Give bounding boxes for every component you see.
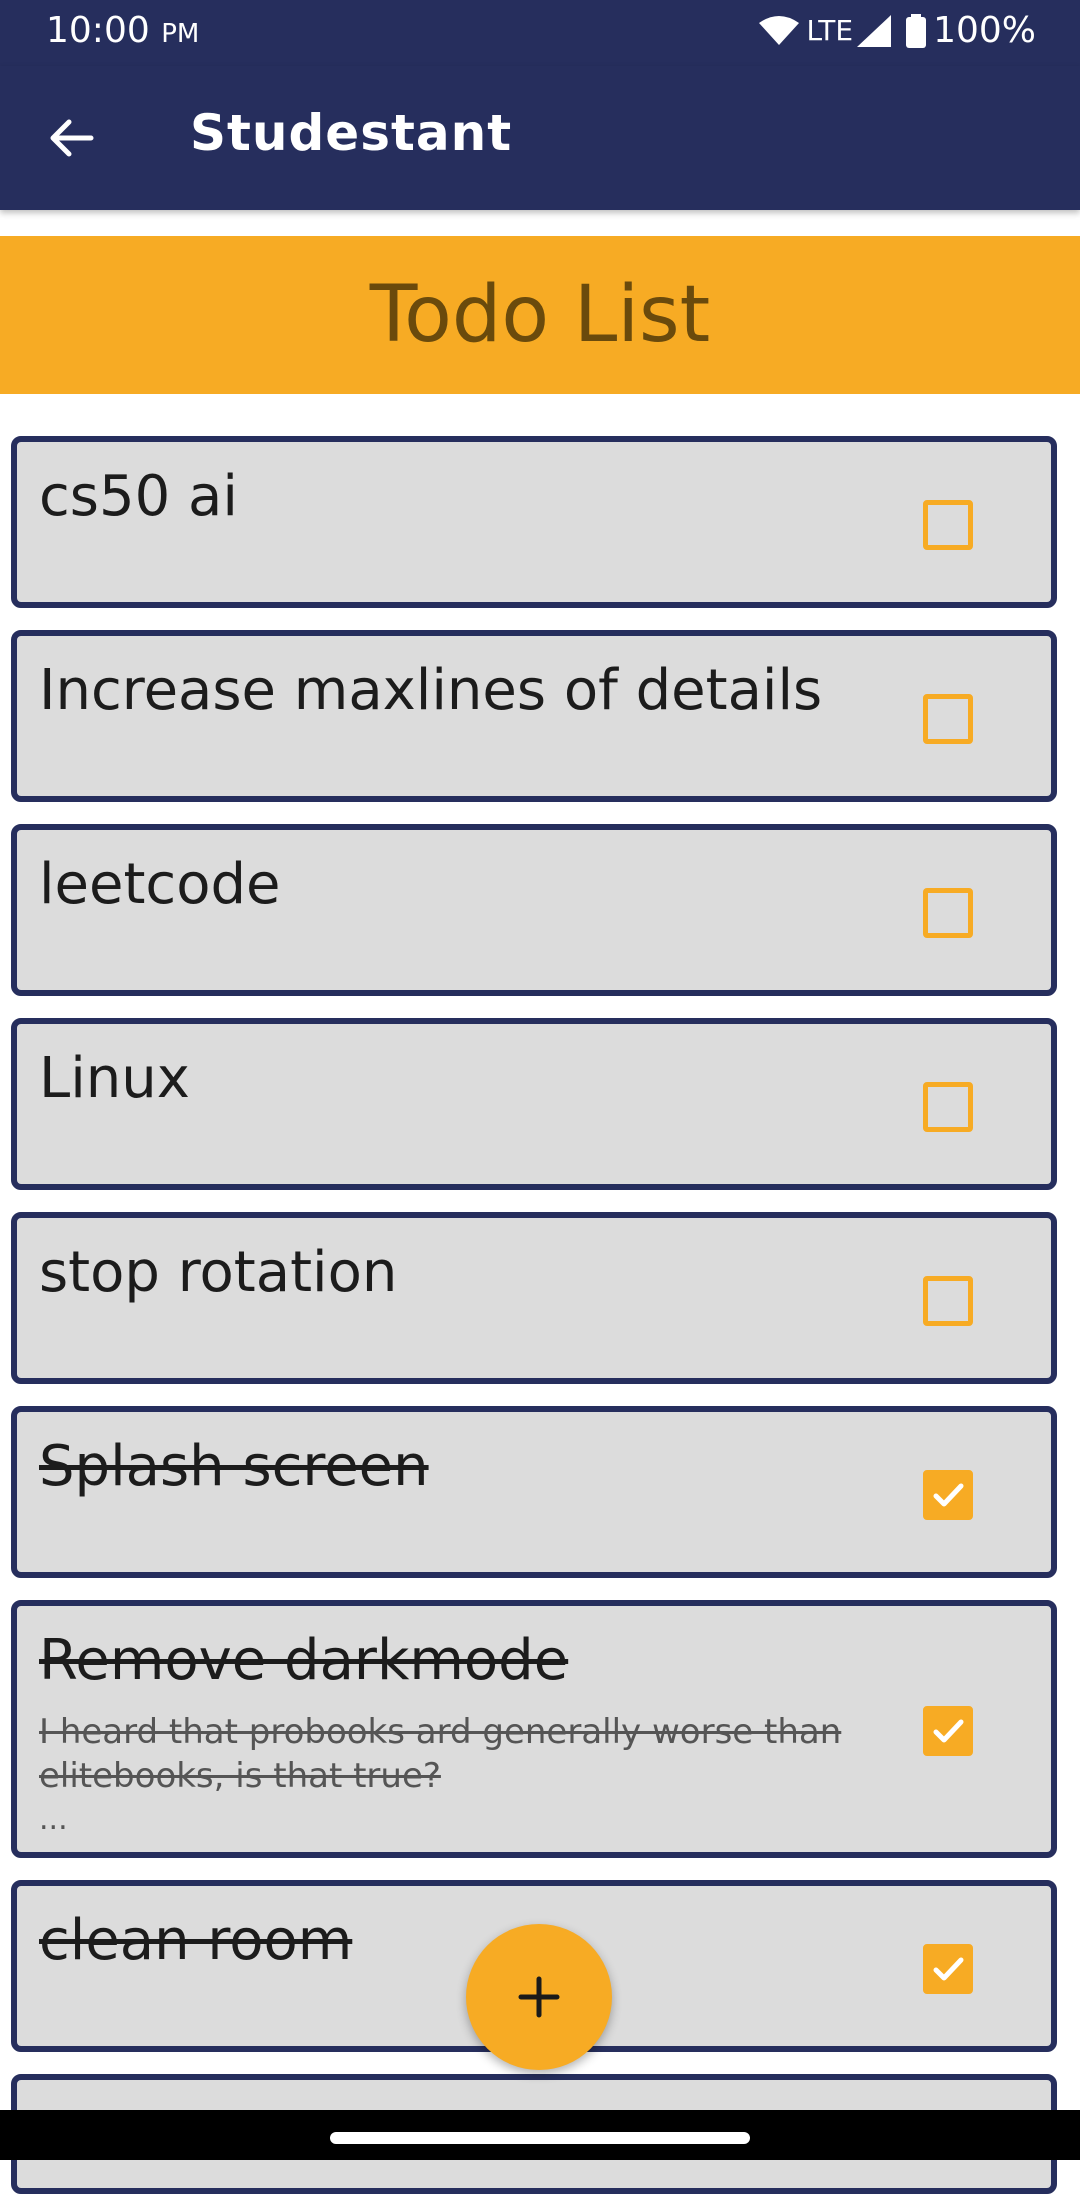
todo-item[interactable]: leetcode (11, 824, 1057, 996)
todo-details: I heard that probooks ard generally wors… (39, 1712, 842, 1796)
todo-item[interactable]: Splash screen (11, 1406, 1057, 1578)
todo-checkbox[interactable] (923, 1082, 973, 1132)
todo-checkbox[interactable] (923, 888, 973, 938)
todo-title: Increase maxlines of details (39, 658, 823, 723)
page-title: Todo List (369, 270, 711, 360)
todo-title: Linux (39, 1046, 190, 1111)
status-time-value: 10:00 (46, 10, 150, 51)
todo-banner: Todo List (0, 236, 1080, 394)
navigation-bar (0, 2110, 1080, 2160)
status-indicators: LTE 100% (758, 10, 1036, 51)
todo-checkbox[interactable] (923, 1706, 973, 1756)
todo-title: stop rotation (39, 1240, 398, 1305)
back-button[interactable] (36, 106, 106, 170)
todo-checkbox[interactable] (923, 1944, 973, 1994)
signal-icon (857, 14, 892, 47)
todo-item[interactable]: Remove darkmode I heard that probooks ar… (11, 1600, 1057, 1858)
app-title: Studestant (190, 104, 513, 162)
todo-item[interactable]: cs50 ai (11, 436, 1057, 608)
arrow-left-icon (50, 119, 94, 157)
wifi-icon (758, 15, 799, 45)
plus-icon (518, 1976, 560, 2018)
todo-item[interactable]: Linux (11, 1018, 1057, 1190)
battery-level: 100% (933, 10, 1036, 51)
todo-item[interactable]: Increase maxlines of details (11, 630, 1057, 802)
home-handle[interactable] (330, 2132, 750, 2144)
todo-checkbox[interactable] (923, 500, 973, 550)
todo-details-more: ... (39, 1802, 68, 1837)
check-icon (933, 1483, 964, 1507)
todo-item[interactable]: stop rotation (11, 1212, 1057, 1384)
app-bar: Studestant (0, 66, 1080, 210)
todo-title: cs50 ai (39, 464, 238, 529)
todo-title: leetcode (39, 852, 281, 917)
todo-title: clean room (39, 1908, 353, 1973)
check-icon (933, 1719, 964, 1743)
status-bar: 10:00 PM LTE 100% (0, 0, 1080, 66)
check-icon (933, 1957, 964, 1981)
status-time: 10:00 PM (46, 10, 199, 51)
todo-checkbox[interactable] (923, 694, 973, 744)
add-todo-button[interactable] (466, 1924, 612, 2070)
todo-title: Splash screen (39, 1434, 429, 1499)
todo-title: Remove darkmode (39, 1628, 569, 1693)
status-ampm: PM (161, 19, 200, 49)
todo-checkbox[interactable] (923, 1276, 973, 1326)
network-type: LTE (806, 14, 854, 47)
todo-checkbox[interactable] (923, 1470, 973, 1520)
battery-icon (906, 13, 927, 48)
